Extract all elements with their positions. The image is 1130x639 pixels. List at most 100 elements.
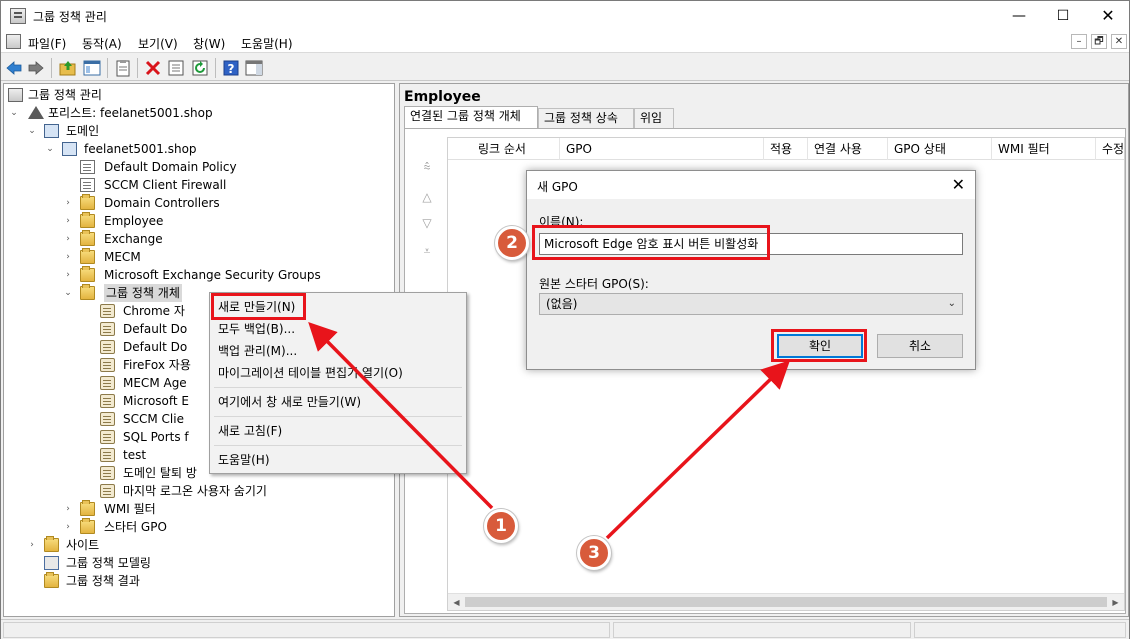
- chevron-right-icon[interactable]: ›: [26, 536, 38, 554]
- gpo-icon: [100, 466, 115, 480]
- chevron-down-icon[interactable]: ⌄: [62, 284, 74, 302]
- starter-gpo-value: (없음): [546, 297, 578, 311]
- gpo-icon: [100, 448, 115, 462]
- column-header-link-order[interactable]: 링크 순서: [448, 138, 560, 160]
- column-header-gpo-status[interactable]: GPO 상태: [888, 138, 992, 160]
- column-header-link-enabled[interactable]: 연결 사용: [808, 138, 888, 160]
- gpo-icon: [100, 376, 115, 390]
- menu-item-manage-backups[interactable]: 백업 관리(M)...: [218, 341, 297, 361]
- action-pane-icon[interactable]: [245, 59, 263, 77]
- modeling-icon: [44, 556, 59, 570]
- tab-linked-gpos[interactable]: 연결된 그룹 정책 개체: [404, 106, 538, 128]
- forward-arrow-icon[interactable]: [27, 59, 45, 77]
- properties-icon[interactable]: [167, 59, 185, 77]
- delete-icon[interactable]: [144, 59, 162, 77]
- highlight-new-menu-item: [211, 293, 306, 320]
- starter-gpo-label: 원본 스타터 GPO(S):: [539, 277, 649, 291]
- column-header-modified[interactable]: 수정: [1096, 138, 1124, 160]
- chevron-right-icon[interactable]: ›: [62, 230, 74, 248]
- mdi-close-button[interactable]: ✕: [1111, 34, 1127, 49]
- ou-folder-icon: [80, 212, 95, 228]
- highlight-ok-button: [771, 329, 867, 362]
- step-badge-1: 1: [484, 509, 518, 543]
- wmi-folder-icon: [80, 500, 95, 516]
- dialog-title: 새 GPO: [537, 180, 578, 194]
- move-down-icon[interactable]: ▽: [419, 215, 435, 231]
- show-hide-tree-icon[interactable]: [83, 59, 101, 77]
- menu-item-backup-all[interactable]: 모두 백업(B)...: [218, 319, 295, 339]
- menu-file[interactable]: 파일(F): [28, 35, 66, 52]
- chevron-right-icon[interactable]: ›: [62, 518, 74, 536]
- menu-separator: [214, 445, 462, 446]
- help-icon[interactable]: ?: [222, 59, 240, 77]
- column-header-wmi-filter[interactable]: WMI 필터: [992, 138, 1096, 160]
- menu-item-new-window-from-here[interactable]: 여기에서 창 새로 만들기(W): [218, 392, 361, 412]
- toolbar-separator: [107, 58, 108, 78]
- horizontal-scrollbar[interactable]: ◀ ▶: [448, 593, 1124, 610]
- domains-icon: [44, 124, 59, 138]
- dialog-close-icon[interactable]: ✕: [952, 175, 965, 194]
- mdi-restore-button[interactable]: 🗗: [1091, 34, 1107, 49]
- mdi-minimize-button[interactable]: –: [1071, 34, 1087, 49]
- gpo-link-icon: [80, 160, 95, 174]
- gpo-icon: [100, 394, 115, 408]
- move-up-icon[interactable]: △: [419, 189, 435, 205]
- menu-separator: [214, 416, 462, 417]
- svg-text:?: ?: [228, 62, 235, 76]
- menu-bar: 파일(F) 동작(A) 보기(V) 창(W) 도움말(H) – 🗗 ✕: [1, 31, 1129, 53]
- chevron-down-icon[interactable]: ⌄: [44, 140, 56, 158]
- title-bar: 그룹 정책 관리 — ☐ ✕: [1, 1, 1129, 31]
- cancel-button[interactable]: 취소: [877, 334, 963, 358]
- toolbar-separator: [215, 58, 216, 78]
- chevron-right-icon[interactable]: ›: [62, 212, 74, 230]
- tab-gp-inheritance[interactable]: 그룹 정책 상속: [538, 108, 634, 128]
- tab-delegation[interactable]: 위임: [634, 108, 674, 128]
- ou-folder-icon: [80, 230, 95, 246]
- menu-item-open-migration-editor[interactable]: 마이그레이션 테이블 편집기 열기(O): [218, 363, 403, 383]
- gpo-icon: [100, 412, 115, 426]
- results-icon: [44, 572, 59, 588]
- step-badge-3: 3: [577, 536, 611, 570]
- ou-folder-icon: [80, 194, 95, 210]
- chevron-right-icon[interactable]: ›: [62, 248, 74, 266]
- column-header-enforced[interactable]: 적용: [764, 138, 808, 160]
- chevron-right-icon[interactable]: ›: [62, 500, 74, 518]
- up-folder-icon[interactable]: [59, 59, 77, 77]
- menu-help[interactable]: 도움말(H): [241, 35, 293, 52]
- refresh-icon[interactable]: [191, 59, 209, 77]
- move-top-icon[interactable]: ⩯: [419, 159, 435, 175]
- clipboard-icon[interactable]: [114, 59, 132, 77]
- move-bottom-icon[interactable]: ⩡: [419, 243, 435, 259]
- scrollbar-thumb[interactable]: [465, 597, 1107, 607]
- chevron-right-icon[interactable]: ›: [62, 266, 74, 284]
- scroll-right-icon[interactable]: ▶: [1107, 594, 1124, 611]
- menu-item-refresh[interactable]: 새로 고침(F): [218, 421, 282, 441]
- minimize-button[interactable]: —: [996, 1, 1042, 31]
- status-cell: [914, 622, 1126, 638]
- maximize-button[interactable]: ☐: [1040, 1, 1086, 31]
- menu-view[interactable]: 보기(V): [138, 35, 178, 52]
- toolbar-separator: [51, 58, 52, 78]
- back-arrow-icon[interactable]: [5, 59, 23, 77]
- gpo-icon: [100, 484, 115, 498]
- ou-folder-icon: [80, 266, 95, 282]
- status-cell: [613, 622, 911, 638]
- toolbar: ?: [1, 54, 1129, 81]
- gpo-icon: [100, 358, 115, 372]
- new-gpo-dialog: 새 GPO ✕ 이름(N): Microsoft Edge 암호 표시 버튼 비…: [526, 170, 976, 370]
- starter-gpo-select[interactable]: (없음) ⌄: [539, 293, 963, 315]
- gpo-icon: [100, 340, 115, 354]
- ou-folder-icon: [80, 248, 95, 264]
- column-header-gpo[interactable]: GPO: [560, 138, 764, 160]
- menu-item-help[interactable]: 도움말(H): [218, 450, 270, 470]
- chevron-down-icon[interactable]: ⌄: [26, 122, 38, 140]
- dialog-title-bar: 새 GPO ✕: [527, 171, 975, 199]
- close-button[interactable]: ✕: [1085, 1, 1130, 31]
- chevron-down-icon[interactable]: ⌄: [8, 104, 20, 122]
- chevron-right-icon[interactable]: ›: [62, 194, 74, 212]
- scroll-left-icon[interactable]: ◀: [448, 594, 465, 611]
- starter-folder-icon: [80, 518, 95, 534]
- menu-action[interactable]: 동작(A): [82, 35, 122, 52]
- menu-window[interactable]: 창(W): [193, 35, 225, 52]
- mdi-child-icon[interactable]: [6, 34, 21, 49]
